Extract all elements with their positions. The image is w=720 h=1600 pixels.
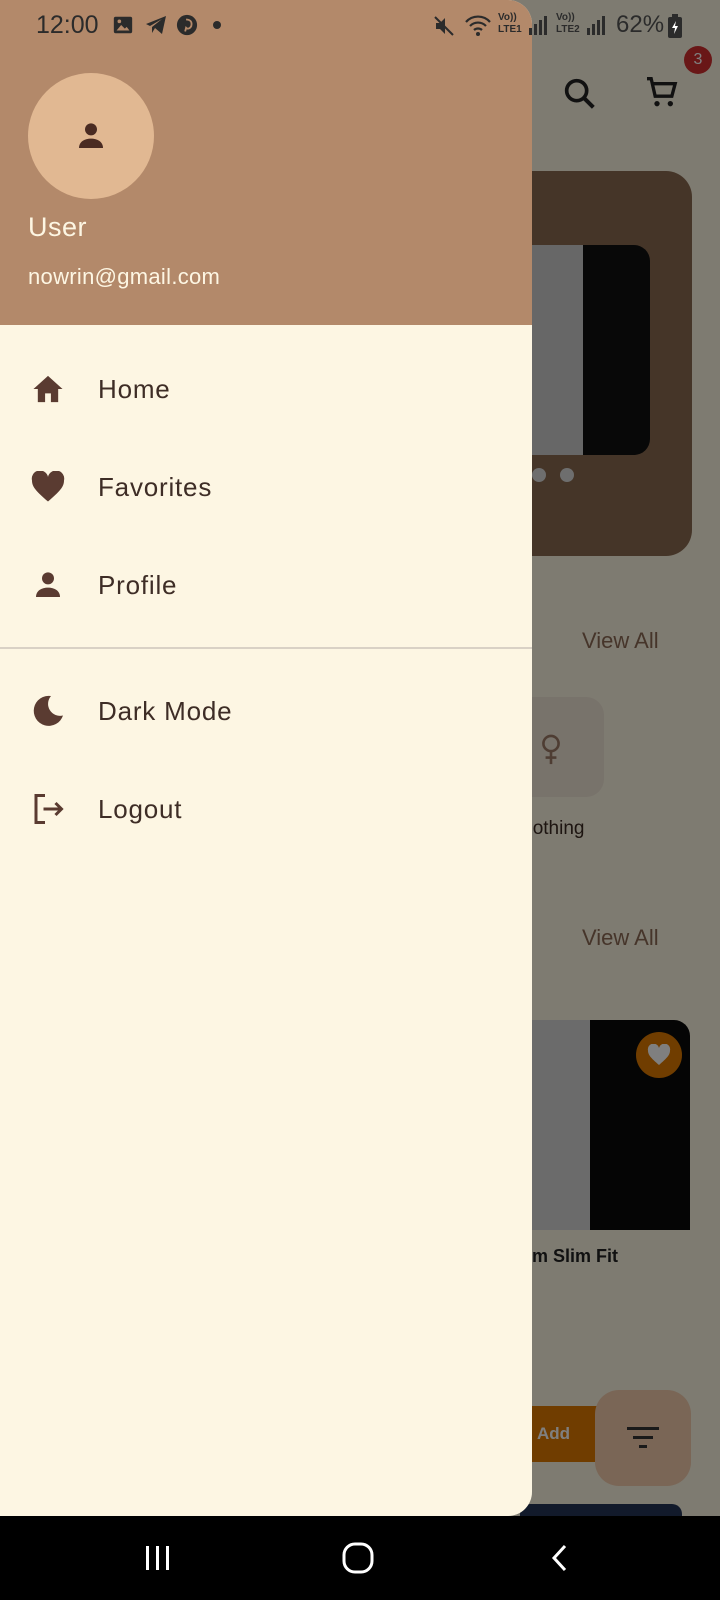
- signal-icon: [587, 16, 605, 35]
- filter-button[interactable]: [595, 1390, 691, 1486]
- mute-icon: [434, 16, 454, 36]
- sim2-label: Vo)) LTE2: [556, 12, 580, 35]
- signal-icon: [529, 16, 547, 35]
- moon-icon: [30, 693, 66, 729]
- home-button[interactable]: [328, 1536, 388, 1580]
- drawer-item-label: Profile: [98, 569, 178, 600]
- drawer-item-dark-mode[interactable]: Dark Mode: [0, 666, 532, 756]
- logout-icon: [30, 791, 66, 827]
- gallery-icon: [113, 16, 133, 34]
- drawer-divider: [0, 647, 532, 649]
- more-notifications-dot-icon: [213, 21, 221, 29]
- avatar[interactable]: [28, 73, 154, 199]
- filter-icon: [627, 1427, 659, 1448]
- telegram-icon: [146, 16, 166, 34]
- recent-apps-icon: [146, 1546, 169, 1570]
- status-time: 12:00: [36, 11, 99, 39]
- home-icon: [30, 371, 66, 407]
- battery-icon: [668, 14, 682, 38]
- wifi-icon: [465, 15, 491, 36]
- person-icon: [79, 123, 103, 148]
- back-icon: [551, 1544, 567, 1572]
- sim1-label: Vo)) LTE1: [498, 12, 522, 35]
- drawer-item-label: Favorites: [98, 471, 213, 502]
- back-button[interactable]: [530, 1536, 590, 1580]
- drawer-item-favorites[interactable]: Favorites: [0, 442, 532, 532]
- home-circle-icon: [342, 1542, 374, 1574]
- user-name: User: [28, 212, 88, 242]
- drawer-item-profile[interactable]: Profile: [0, 540, 532, 630]
- recent-apps-button[interactable]: [128, 1536, 188, 1580]
- navigation-drawer: User nowrin@gmail.com Home Favorites Pro…: [0, 0, 532, 1516]
- status-bar: 12:00 Vo)) LTE1 Vo)) LTE2 62%: [0, 0, 720, 52]
- drawer-item-label: Home: [98, 373, 171, 404]
- heart-icon: [30, 469, 66, 505]
- battery-percent: 62%: [616, 11, 665, 38]
- pinterest-icon: [176, 14, 198, 36]
- drawer-item-home[interactable]: Home: [0, 344, 532, 434]
- drawer-item-logout[interactable]: Logout: [0, 764, 532, 854]
- user-email: nowrin@gmail.com: [28, 264, 221, 289]
- drawer-item-label: Logout: [98, 793, 183, 824]
- person-icon: [30, 567, 66, 603]
- system-navigation-bar: [0, 1516, 720, 1600]
- drawer-item-label: Dark Mode: [98, 695, 233, 726]
